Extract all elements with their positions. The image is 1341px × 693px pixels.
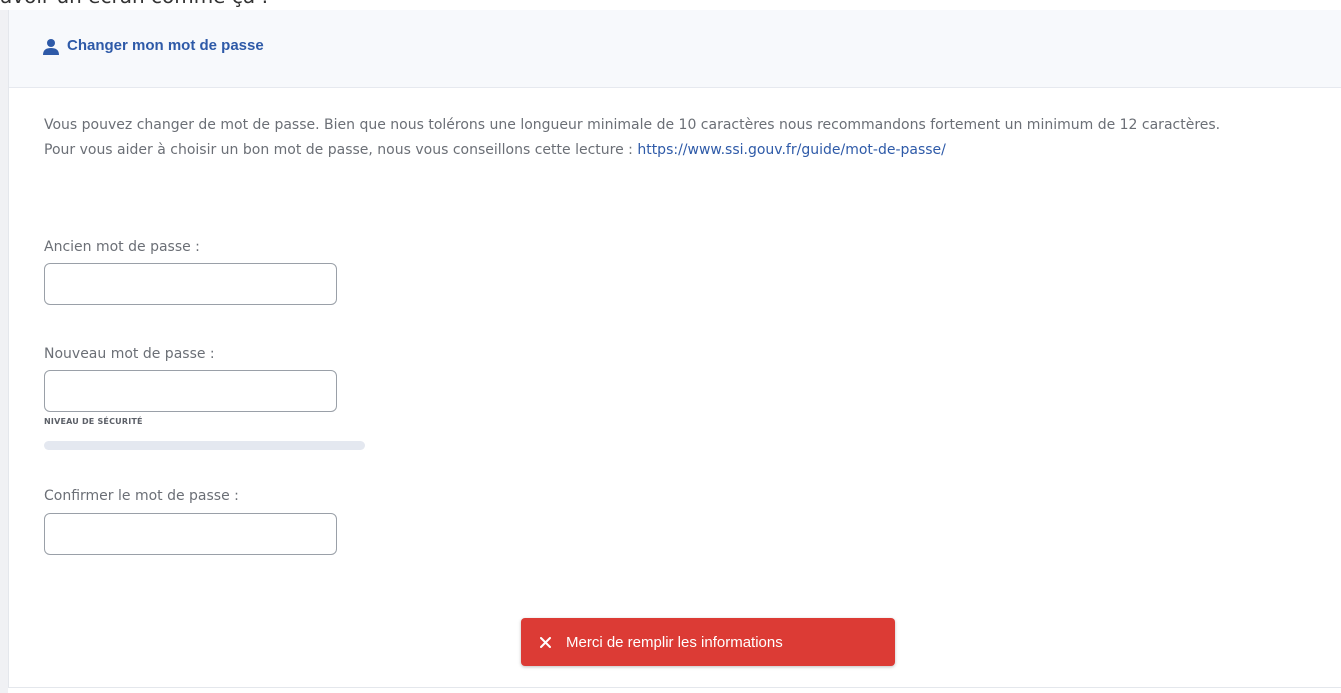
change-password-card: Changer mon mot de passe Vous pouvez cha… <box>8 10 1341 688</box>
confirm-password-input[interactable] <box>44 513 337 555</box>
close-icon[interactable] <box>536 633 554 651</box>
card-header: Changer mon mot de passe <box>9 10 1341 88</box>
user-icon <box>43 39 59 55</box>
old-password-label: Ancien mot de passe : <box>44 239 200 255</box>
top-partial-strip: avoir un écran comme ça : <box>0 0 1341 10</box>
ssi-guide-link[interactable]: https://www.ssi.gouv.fr/guide/mot-de-pas… <box>637 142 946 158</box>
fill-info-alert-button[interactable]: Merci de remplir les informations <box>521 618 895 666</box>
intro-line-1: Vous pouvez changer de mot de passe. Bie… <box>44 117 1221 133</box>
strength-label: NIVEAU DE SÉCURITÉ <box>44 417 143 426</box>
new-password-input[interactable] <box>44 370 337 412</box>
new-password-label: Nouveau mot de passe : <box>44 346 215 362</box>
strength-meter <box>44 441 365 450</box>
alert-label: Merci de remplir les informations <box>566 633 783 651</box>
left-gutter <box>0 10 8 693</box>
card-title: Changer mon mot de passe <box>67 37 264 54</box>
intro-text: Vous pouvez changer de mot de passe. Bie… <box>44 113 1314 163</box>
top-partial-text: avoir un écran comme ça : <box>0 0 268 8</box>
intro-line-2: Pour vous aider à choisir un bon mot de … <box>44 142 638 158</box>
confirm-password-label: Confirmer le mot de passe : <box>44 488 239 504</box>
old-password-input[interactable] <box>44 263 337 305</box>
